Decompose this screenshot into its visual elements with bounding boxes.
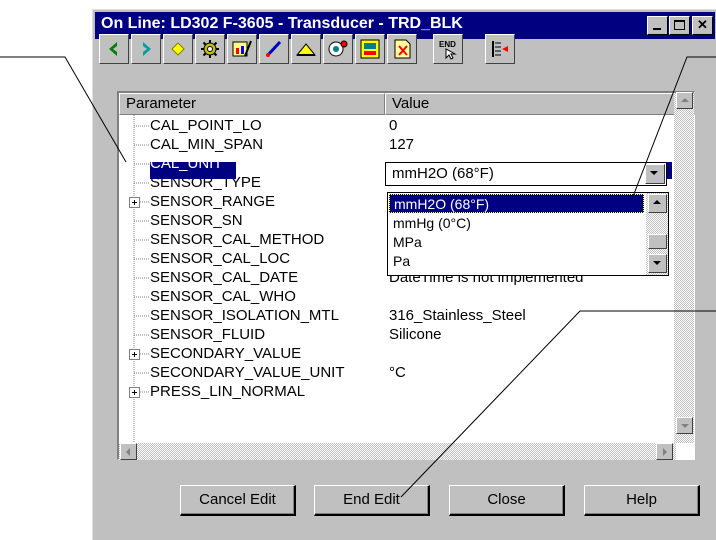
- calibrate-pen-icon: [265, 40, 282, 58]
- chart-edit-icon: [232, 40, 252, 57]
- option-pa[interactable]: Pa: [389, 252, 644, 271]
- end-icon: END: [439, 40, 457, 60]
- parameter-name[interactable]: SENSOR_CAL_LOC: [150, 250, 290, 268]
- end-button[interactable]: END: [433, 34, 463, 64]
- camera-button[interactable]: [323, 34, 353, 64]
- forward-arrow-icon: [143, 42, 151, 56]
- expand-toggle-icon[interactable]: [129, 349, 140, 360]
- maximize-button[interactable]: [669, 16, 690, 35]
- gauge-button[interactable]: [291, 34, 321, 64]
- arrow-right-icon: [663, 448, 667, 456]
- arrow-left-icon: [126, 448, 130, 456]
- option-mmhg[interactable]: mmHg (0°C): [389, 214, 644, 233]
- parameter-name[interactable]: CAL_UNIT: [150, 155, 223, 173]
- parameter-name[interactable]: SENSOR_CAL_METHOD: [150, 231, 324, 249]
- diamond-button[interactable]: [163, 34, 193, 64]
- combobox-value: mmH2O (68°F): [392, 165, 494, 182]
- parameter-name[interactable]: CAL_MIN_SPAN: [150, 136, 263, 154]
- list-arrow-icon: [492, 41, 508, 57]
- parameter-name[interactable]: SENSOR_CAL_WHO: [150, 288, 296, 306]
- settings-button[interactable]: [195, 34, 225, 64]
- close-button[interactable]: ✕: [692, 16, 713, 35]
- forward-button[interactable]: [131, 34, 161, 64]
- parameter-value[interactable]: °C: [389, 364, 406, 382]
- arrow-up-icon: [681, 98, 689, 102]
- window-title: On Line: LD302 F-3605 - Transducer - TRD…: [101, 15, 463, 32]
- diamond-icon: [171, 42, 185, 56]
- parameter-name[interactable]: SECONDARY_VALUE: [150, 345, 301, 363]
- close-dialog-button[interactable]: Close: [449, 485, 565, 516]
- calibrate-button[interactable]: [259, 34, 289, 64]
- chart-edit-button[interactable]: [227, 34, 257, 64]
- end-edit-button[interactable]: End Edit: [314, 485, 430, 516]
- svg-text:END: END: [439, 40, 456, 49]
- parameter-name[interactable]: SECONDARY_VALUE_UNIT: [150, 364, 345, 382]
- scroll-down-button[interactable]: [676, 417, 693, 434]
- options-scroll-thumb[interactable]: [648, 234, 667, 249]
- chevron-down-icon: [650, 171, 658, 175]
- monitor-button[interactable]: [355, 34, 385, 64]
- monitor-icon: [360, 39, 380, 59]
- parameter-name[interactable]: SENSOR_SN: [150, 212, 243, 230]
- combobox-dropdown-button[interactable]: [645, 164, 665, 184]
- parameter-value[interactable]: 316_Stainless_Steel: [389, 307, 526, 325]
- parameter-name[interactable]: SENSOR_RANGE: [150, 193, 275, 211]
- expand-toggle-icon[interactable]: [129, 387, 140, 398]
- parameter-name[interactable]: SENSOR_CAL_DATE: [150, 269, 298, 287]
- maximize-icon: [674, 20, 685, 30]
- options-scroll-down-button[interactable]: [648, 254, 667, 273]
- options-scroll-up-button[interactable]: [648, 194, 667, 213]
- document-button[interactable]: [387, 34, 417, 64]
- parameter-name[interactable]: CAL_POINT_LO: [150, 117, 262, 135]
- option-mpa[interactable]: MPa: [389, 233, 644, 252]
- parameter-value[interactable]: 0: [389, 117, 397, 135]
- cancel-edit-button[interactable]: Cancel Edit: [180, 485, 296, 516]
- arrow-down-icon: [681, 424, 689, 428]
- expand-toggle-icon[interactable]: [129, 197, 140, 208]
- minimize-icon: [653, 28, 661, 30]
- scroll-left-button[interactable]: [120, 443, 137, 460]
- parameter-name[interactable]: PRESS_LIN_NORMAL: [150, 383, 305, 401]
- column-header-value[interactable]: Value: [385, 93, 675, 115]
- document-icon: [394, 39, 411, 59]
- close-icon: ✕: [697, 17, 708, 32]
- parameter-value[interactable]: Silicone: [389, 326, 442, 344]
- camera-icon: [328, 40, 348, 57]
- column-header-parameter[interactable]: Parameter: [119, 93, 385, 115]
- scroll-up-button[interactable]: [676, 92, 693, 109]
- help-button[interactable]: Help: [584, 485, 700, 516]
- gear-icon: [201, 40, 219, 58]
- parameter-name[interactable]: SENSOR_FLUID: [150, 326, 265, 344]
- list-button[interactable]: [485, 34, 515, 64]
- scroll-right-button[interactable]: [656, 443, 673, 460]
- parameter-name[interactable]: SENSOR_ISOLATION_MTL: [150, 307, 339, 325]
- arrow-up-icon: [653, 200, 661, 204]
- back-arrow-icon: [109, 42, 117, 56]
- option-mmh2o[interactable]: mmH2O (68°F): [389, 194, 644, 213]
- minimize-button[interactable]: [647, 16, 668, 35]
- arrow-down-icon: [653, 261, 661, 265]
- cal-unit-combobox[interactable]: mmH2O (68°F): [385, 162, 667, 186]
- vertical-scrollbar[interactable]: [674, 93, 694, 443]
- horizontal-scrollbar[interactable]: [119, 443, 676, 460]
- back-button[interactable]: [99, 34, 129, 64]
- cal-unit-options-list: mmH2O (68°F) mmHg (0°C) MPa Pa: [387, 192, 669, 276]
- gauge-icon: [295, 43, 317, 56]
- parameter-value[interactable]: 127: [389, 136, 414, 154]
